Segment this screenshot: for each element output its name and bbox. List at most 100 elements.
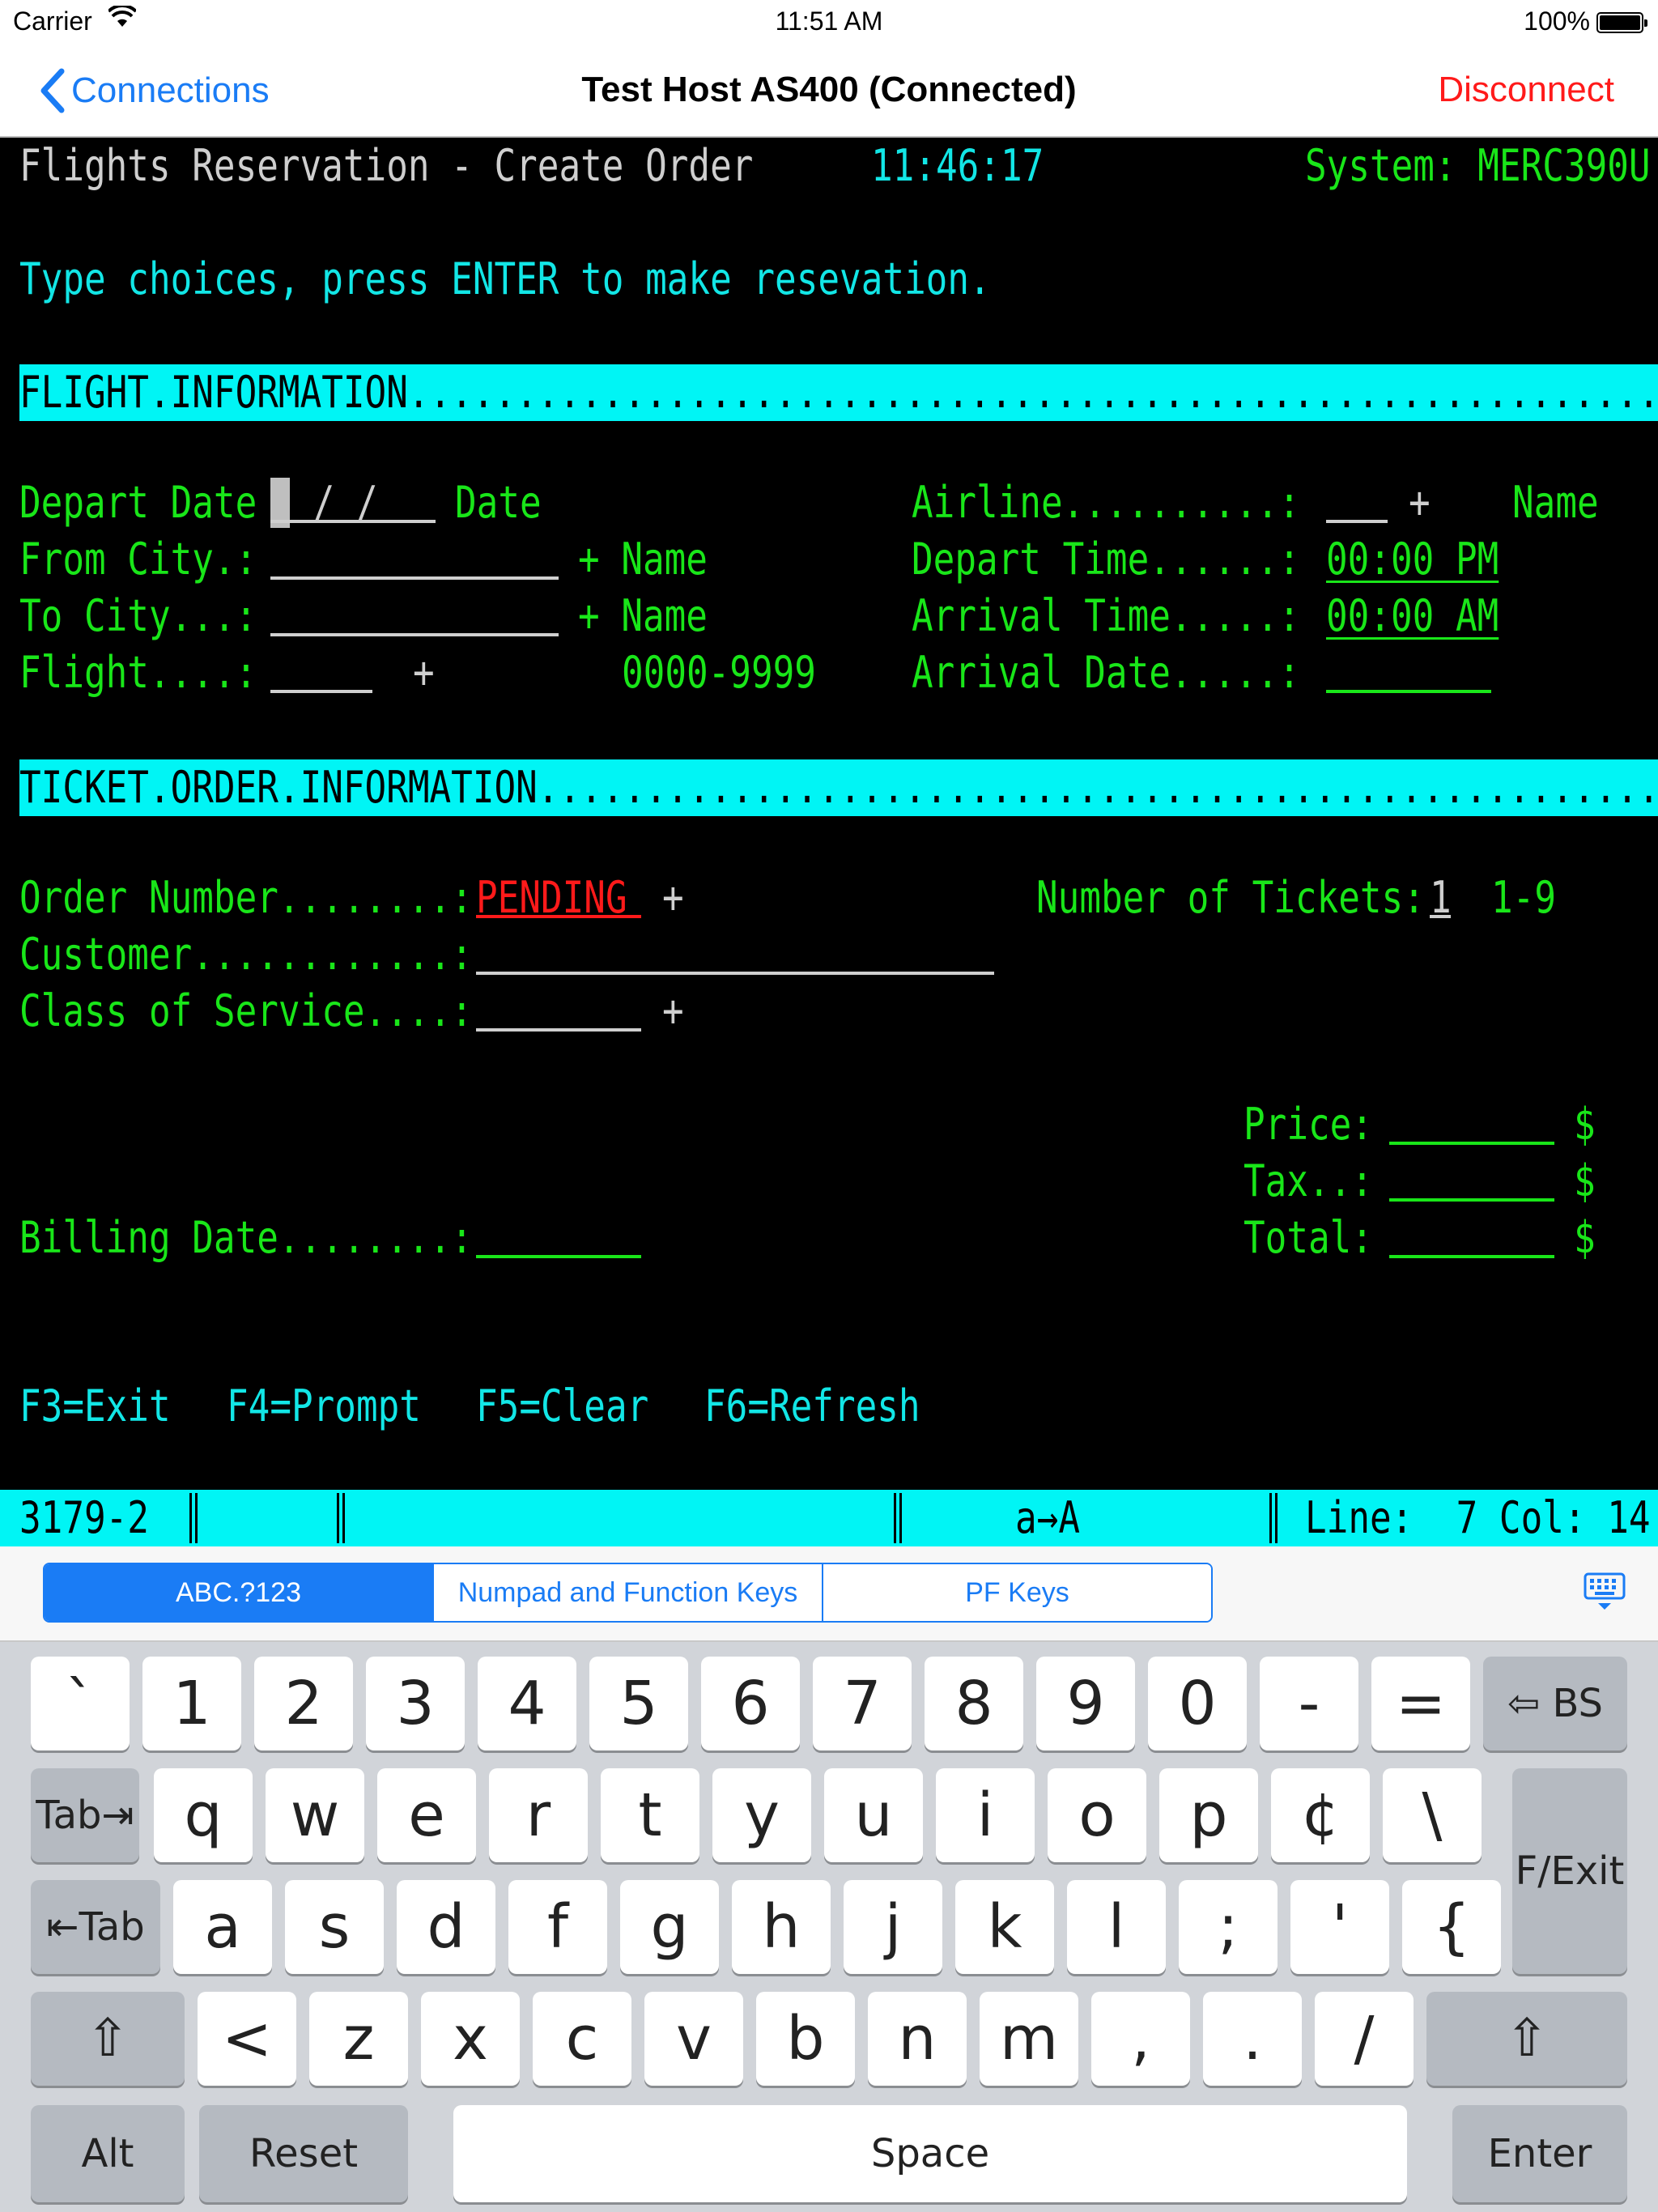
key-u[interactable]: u	[824, 1768, 923, 1862]
key-period[interactable]: .	[1203, 1992, 1302, 2086]
key-semicolon[interactable]: ;	[1179, 1880, 1278, 1974]
key-l[interactable]: l	[1067, 1880, 1166, 1974]
tab-numpad-function[interactable]: Numpad and Function Keys	[434, 1564, 823, 1621]
key-cent[interactable]: ¢	[1271, 1768, 1370, 1862]
keyboard-hide-icon[interactable]	[1582, 1571, 1627, 1614]
class-of-service-label: Class of Service....:	[19, 985, 473, 1036]
tab-pf-keys[interactable]: PF Keys	[823, 1564, 1211, 1621]
key-equals[interactable]: =	[1371, 1657, 1470, 1750]
key-m[interactable]: m	[980, 1992, 1078, 2086]
key-backslash[interactable]: \	[1383, 1768, 1482, 1862]
key-o[interactable]: o	[1048, 1768, 1146, 1862]
key-n[interactable]: n	[868, 1992, 967, 2086]
class-of-service-field[interactable]	[476, 1028, 641, 1032]
fkey-refresh[interactable]: F6=Refresh	[704, 1378, 920, 1435]
arrival-time-field[interactable]: 00:00 AM	[1326, 588, 1499, 644]
key-9[interactable]: 9	[1036, 1657, 1135, 1750]
key-s[interactable]: s	[285, 1880, 384, 1974]
key-alt[interactable]: Alt	[31, 2105, 185, 2202]
key-field-exit[interactable]: F/Exit	[1512, 1768, 1627, 1974]
tax-currency: $	[1574, 1155, 1596, 1206]
status-separator	[894, 1493, 902, 1543]
tax-field[interactable]	[1389, 1198, 1554, 1202]
billing-date-field[interactable]	[476, 1255, 641, 1258]
key-tab-forward[interactable]: Tab⇥	[31, 1768, 139, 1862]
to-city-field[interactable]	[270, 633, 559, 636]
customer-label: Customer............:	[19, 929, 473, 980]
key-1[interactable]: 1	[142, 1657, 241, 1750]
key-enter[interactable]: Enter	[1452, 2105, 1627, 2202]
key-r[interactable]: r	[489, 1768, 588, 1862]
order-number-prompt-plus[interactable]: +	[662, 870, 684, 926]
key-4[interactable]: 4	[478, 1657, 576, 1750]
from-city-field[interactable]	[270, 576, 559, 580]
key-2[interactable]: 2	[254, 1657, 353, 1750]
key-comma[interactable]: ,	[1091, 1992, 1190, 2086]
key-shift-left[interactable]: ⇧	[31, 1992, 185, 2086]
total-field[interactable]	[1389, 1255, 1554, 1258]
arrival-date-field[interactable]	[1326, 690, 1491, 693]
total-currency: $	[1574, 1212, 1596, 1263]
flight-prompt-plus[interactable]: +	[413, 644, 435, 701]
key-left-brace[interactable]: {	[1402, 1880, 1501, 1974]
key-w[interactable]: w	[266, 1768, 364, 1862]
price-field[interactable]	[1389, 1142, 1554, 1145]
key-minus[interactable]: -	[1260, 1657, 1358, 1750]
key-6[interactable]: 6	[701, 1657, 800, 1750]
key-backspace[interactable]: ⇦ BS	[1483, 1657, 1627, 1750]
key-y[interactable]: y	[712, 1768, 811, 1862]
airline-field[interactable]	[1326, 520, 1388, 523]
key-backtick[interactable]: `	[31, 1657, 130, 1750]
tickets-hint: 1-9	[1491, 872, 1556, 923]
key-d[interactable]: d	[397, 1880, 495, 1974]
key-c[interactable]: c	[533, 1992, 631, 2086]
key-b[interactable]: b	[756, 1992, 855, 2086]
depart-date-field[interactable]	[270, 520, 436, 523]
key-i[interactable]: i	[936, 1768, 1035, 1862]
key-g[interactable]: g	[620, 1880, 719, 1974]
key-j[interactable]: j	[844, 1880, 942, 1974]
key-apostrophe[interactable]: '	[1290, 1880, 1389, 1974]
class-prompt-plus[interactable]: +	[662, 983, 684, 1040]
fkey-prompt[interactable]: F4=Prompt	[227, 1378, 421, 1435]
device-type: 3179-2	[19, 1492, 149, 1543]
key-a[interactable]: a	[173, 1880, 272, 1974]
key-v[interactable]: v	[644, 1992, 743, 2086]
to-city-hint: + Name	[578, 590, 708, 641]
arrival-time-label: Arrival Time.....:	[912, 590, 1300, 641]
key-q[interactable]: q	[154, 1768, 253, 1862]
key-shift-right[interactable]: ⇧	[1426, 1992, 1627, 2086]
key-x[interactable]: x	[421, 1992, 520, 2086]
key-slash[interactable]: /	[1315, 1992, 1414, 2086]
key-tab-back[interactable]: ⇤Tab	[31, 1880, 160, 1974]
key-t[interactable]: t	[601, 1768, 699, 1862]
key-less-than[interactable]: <	[198, 1992, 296, 2086]
fkey-clear[interactable]: F5=Clear	[476, 1378, 648, 1435]
key-p[interactable]: p	[1159, 1768, 1258, 1862]
key-k[interactable]: k	[955, 1880, 1054, 1974]
key-space[interactable]: Space	[453, 2105, 1407, 2202]
terminal-screen[interactable]: Flights Reservation - Create Order 11:46…	[0, 138, 1658, 1490]
key-f[interactable]: f	[508, 1880, 607, 1974]
from-city-hint: + Name	[578, 534, 708, 585]
status-separator	[337, 1493, 345, 1543]
key-z[interactable]: z	[309, 1992, 408, 2086]
key-reset[interactable]: Reset	[199, 2105, 408, 2202]
tab-abc[interactable]: ABC.?123	[45, 1564, 434, 1621]
flight-field[interactable]	[270, 690, 372, 693]
fkey-exit[interactable]: F3=Exit	[19, 1378, 171, 1435]
depart-time-field[interactable]: 00:00 PM	[1326, 531, 1499, 588]
key-8[interactable]: 8	[925, 1657, 1023, 1750]
key-h[interactable]: h	[732, 1880, 831, 1974]
customer-field[interactable]	[476, 972, 994, 975]
instructions-text: Type choices, press ENTER to make reseva…	[19, 253, 991, 304]
airline-prompt-plus[interactable]: +	[1409, 474, 1431, 531]
back-button[interactable]: Connections	[39, 68, 270, 113]
back-label: Connections	[71, 70, 270, 110]
key-3[interactable]: 3	[366, 1657, 465, 1750]
key-7[interactable]: 7	[813, 1657, 912, 1750]
key-0[interactable]: 0	[1148, 1657, 1247, 1750]
disconnect-button[interactable]: Disconnect	[1438, 70, 1614, 110]
key-5[interactable]: 5	[589, 1657, 688, 1750]
key-e[interactable]: e	[377, 1768, 476, 1862]
